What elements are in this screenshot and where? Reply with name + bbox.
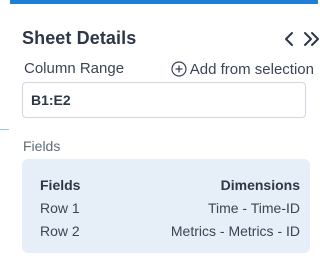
panel-header: Sheet Details bbox=[22, 28, 319, 52]
collapse-panel-button[interactable] bbox=[302, 29, 320, 49]
sheet-details-panel: Sheet Details Column Range Add from sele… bbox=[10, 4, 319, 269]
table-row-1-field: Row 1 bbox=[40, 200, 80, 216]
add-from-selection-button[interactable]: Add from selection bbox=[171, 59, 314, 79]
table-row-2-dimension: Metrics - Metrics - ID bbox=[170, 223, 300, 239]
previous-button[interactable] bbox=[280, 29, 298, 49]
fields-column-header: Fields bbox=[40, 177, 81, 193]
column-range-input[interactable] bbox=[22, 82, 306, 118]
left-sheet-edge bbox=[0, 0, 10, 269]
table-row-2-field: Row 2 bbox=[40, 223, 80, 239]
dimensions-column-header: Dimensions bbox=[220, 177, 300, 193]
column-range-label: Column Range bbox=[24, 60, 125, 77]
plus-circle-icon bbox=[171, 61, 187, 77]
double-chevron-right-icon bbox=[304, 32, 319, 46]
panel-title: Sheet Details bbox=[22, 28, 137, 48]
left-edge-marker bbox=[0, 129, 9, 130]
fields-table: Fields Dimensions Row 1 Time - Time-ID R… bbox=[22, 159, 310, 253]
column-range-row: Column Range Add from selection bbox=[24, 59, 314, 79]
fields-heading: Fields bbox=[23, 138, 61, 154]
add-from-selection-label: Add from selection bbox=[189, 60, 314, 78]
table-row-1-dimension: Time - Time-ID bbox=[207, 200, 300, 216]
chevron-left-icon bbox=[285, 32, 293, 46]
